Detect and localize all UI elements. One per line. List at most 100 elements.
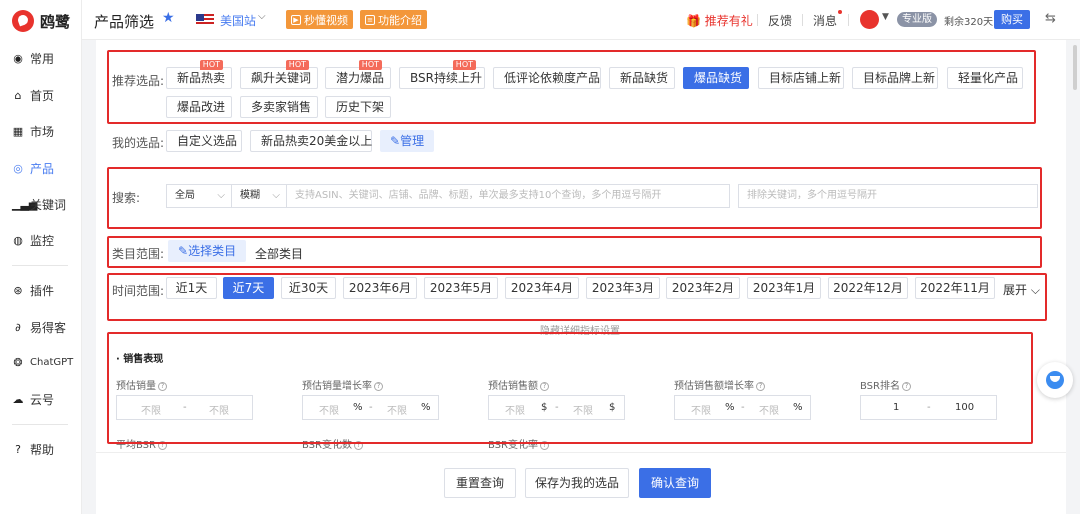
time-chip-1d[interactable]: 近1天 — [166, 277, 217, 299]
hide-settings-link[interactable]: 隐藏详细指标设置 — [540, 322, 620, 337]
sidebar-item-chatgpt[interactable]: ❂ ChatGPT — [12, 356, 73, 369]
referral-label: 推荐有礼 — [704, 14, 753, 28]
time-chip-2022-11[interactable]: 2022年11月 — [915, 277, 995, 299]
plugin-icon: ⊛ — [13, 284, 23, 297]
range-input-sales-growth[interactable]: 不限 % - 不限 % — [302, 395, 439, 420]
chevron-down-icon: ⌵ — [272, 190, 280, 201]
us-flag-icon — [196, 14, 214, 26]
scrollbar-thumb[interactable] — [1073, 45, 1077, 90]
recommend-chip-new-hot[interactable]: 新品热卖 HOT — [166, 60, 232, 89]
recommend-chip-store-new[interactable]: 目标店铺上新 — [758, 67, 844, 89]
question-icon: ? — [901, 382, 911, 391]
messages-link[interactable]: 消息 — [813, 12, 837, 29]
my-pick-custom[interactable]: 自定义选品 — [166, 130, 242, 152]
sidebar-item-market[interactable]: ▦ 市场 — [12, 123, 54, 140]
edit-icon: ✎ — [390, 134, 401, 148]
avatar[interactable] — [860, 10, 879, 29]
recommend-chip-hot-oos[interactable]: 爆品缺货 — [683, 67, 749, 89]
logo[interactable]: 鸥鹭 — [12, 10, 70, 32]
sidebar-item-plugin[interactable]: ⊛ 插件 — [12, 282, 54, 299]
metric-label-bsr-rank: BSR排名? — [860, 377, 911, 392]
time-chip-2023-06[interactable]: 2023年6月 — [343, 277, 417, 299]
range-input-revenue-growth[interactable]: 不限 % - 不限 % — [674, 395, 811, 420]
range-max: 100 — [955, 402, 975, 413]
range-dash: - — [555, 402, 559, 413]
home-icon: ⌂ — [14, 89, 22, 102]
time-chip-2023-01[interactable]: 2023年1月 — [747, 277, 821, 299]
sidebar-item-common[interactable]: ◉ 常用 — [12, 50, 54, 67]
recommend-chip-delisted[interactable]: 历史下架 — [325, 96, 391, 118]
scrollbar[interactable] — [1072, 40, 1078, 514]
sidebar-item-label: 云号 — [30, 393, 55, 407]
recommend-chip-lightweight[interactable]: 轻量化产品 — [947, 67, 1023, 89]
sidebar-item-help[interactable]: ? 帮助 — [12, 441, 54, 458]
recommend-chip-bsr-rising[interactable]: BSR持续上升 HOT — [399, 60, 485, 89]
time-chip-2023-03[interactable]: 2023年3月 — [586, 277, 660, 299]
exclude-keyword-input[interactable]: 排除关键词，多个用逗号隔开 — [738, 184, 1038, 208]
range-dash: - — [369, 402, 373, 413]
intro-button[interactable]: ≡ 功能介绍 — [360, 10, 427, 29]
sidebar-item-label: 监控 — [30, 234, 55, 248]
my-picks-label: 我的选品: — [112, 136, 165, 150]
range-unit: % — [793, 402, 803, 413]
site-selector[interactable]: 美国站 — [220, 12, 256, 29]
video-button[interactable]: ▶ 秒懂视频 — [286, 10, 353, 29]
expand-label: 展开 — [1003, 283, 1028, 297]
recommend-chip-brand-new[interactable]: 目标品牌上新 — [852, 67, 938, 89]
time-chip-30d[interactable]: 近30天 — [281, 277, 336, 299]
hot-badge: HOT — [199, 60, 223, 70]
recommend-chip-potential[interactable]: 潜力爆品 HOT — [325, 60, 391, 89]
range-max: 不限 — [387, 406, 407, 417]
sidebar-item-monitor[interactable]: ◍ 监控 — [12, 232, 54, 249]
referral-link[interactable]: 🎁 推荐有礼 — [686, 12, 753, 29]
range-input-sales[interactable]: 不限 - 不限 — [116, 395, 253, 420]
sidebar-item-keyword[interactable]: ▁▃▅ 关键词 — [12, 196, 66, 213]
recommend-chip-low-review[interactable]: 低评论依赖度产品 — [493, 67, 601, 89]
time-chip-2023-05[interactable]: 2023年5月 — [424, 277, 498, 299]
metric-label-revenue-growth: 预估销售额增长率? — [674, 377, 765, 392]
sidebar-item-yidek[interactable]: ∂ 易得客 — [12, 319, 66, 336]
recommend-chip-new-oos[interactable]: 新品缺货 — [609, 67, 675, 89]
time-chip-2023-02[interactable]: 2023年2月 — [666, 277, 740, 299]
manage-button[interactable]: ✎管理 — [380, 130, 435, 152]
search-scope-select[interactable]: 全局 ⌵ — [166, 184, 232, 208]
range-input-revenue[interactable]: 不限 $ - 不限 $ — [488, 395, 625, 420]
plan-badge: 专业版 — [897, 12, 937, 27]
time-chip-2023-04[interactable]: 2023年4月 — [505, 277, 579, 299]
play-icon: ▶ — [291, 14, 301, 25]
time-chip-2022-12[interactable]: 2022年12月 — [828, 277, 908, 299]
brand-name: 鸥鹭 — [40, 12, 71, 31]
switch-icon[interactable]: ⇆ — [1045, 11, 1056, 26]
my-pick-new-hot-20[interactable]: 新品热卖20美金以上 — [250, 130, 372, 152]
recommend-chip-rising-keyword[interactable]: 飙升关键词 HOT — [240, 60, 318, 89]
recommend-chip-multi-seller[interactable]: 多卖家销售 — [240, 96, 318, 118]
sidebar-divider — [12, 424, 68, 425]
edit-icon: ✎ — [178, 244, 189, 258]
sidebar-item-product[interactable]: ◎ 产品 — [12, 160, 54, 177]
metric-label-sales: 预估销量? — [116, 377, 167, 392]
select-category-button[interactable]: ✎选择类目 — [168, 240, 247, 262]
save-picks-button[interactable]: 保存为我的选品 — [525, 468, 629, 498]
buy-button[interactable]: 购买 — [994, 10, 1030, 29]
question-icon: ? — [540, 382, 549, 391]
hot-badge: HOT — [285, 60, 309, 70]
customer-service-icon[interactable] — [1037, 362, 1073, 398]
expand-button[interactable]: 展开 ⌵ — [1003, 281, 1040, 298]
feedback-link[interactable]: 反馈 — [768, 12, 792, 29]
sidebar-item-cloud[interactable]: ☁ 云号 — [12, 391, 55, 408]
star-icon[interactable]: ★ — [162, 10, 175, 26]
sidebar-item-home[interactable]: ⌂ 首页 — [12, 87, 55, 104]
sidebar-item-label: ChatGPT — [30, 357, 74, 368]
reset-button[interactable]: 重置查询 — [444, 468, 516, 498]
range-unit: $ — [609, 402, 616, 413]
time-chip-7d[interactable]: 近7天 — [223, 277, 274, 299]
search-match-select[interactable]: 模糊 ⌵ — [231, 184, 287, 208]
confirm-button[interactable]: 确认查询 — [639, 468, 711, 498]
range-unit: % — [353, 402, 363, 413]
sales-section-title: · 销售表现 — [116, 354, 164, 365]
range-input-bsr-rank[interactable]: 1 - 100 — [860, 395, 997, 420]
caret-down-icon[interactable]: ▼ — [882, 12, 889, 22]
search-input[interactable]: 支持ASIN、关键词、店铺、品牌、标题，单次最多支持10个查询，多个用逗号隔开 — [286, 184, 730, 208]
recommend-chip-improve[interactable]: 爆品改进 — [166, 96, 232, 118]
question-icon: ? — [756, 382, 765, 391]
